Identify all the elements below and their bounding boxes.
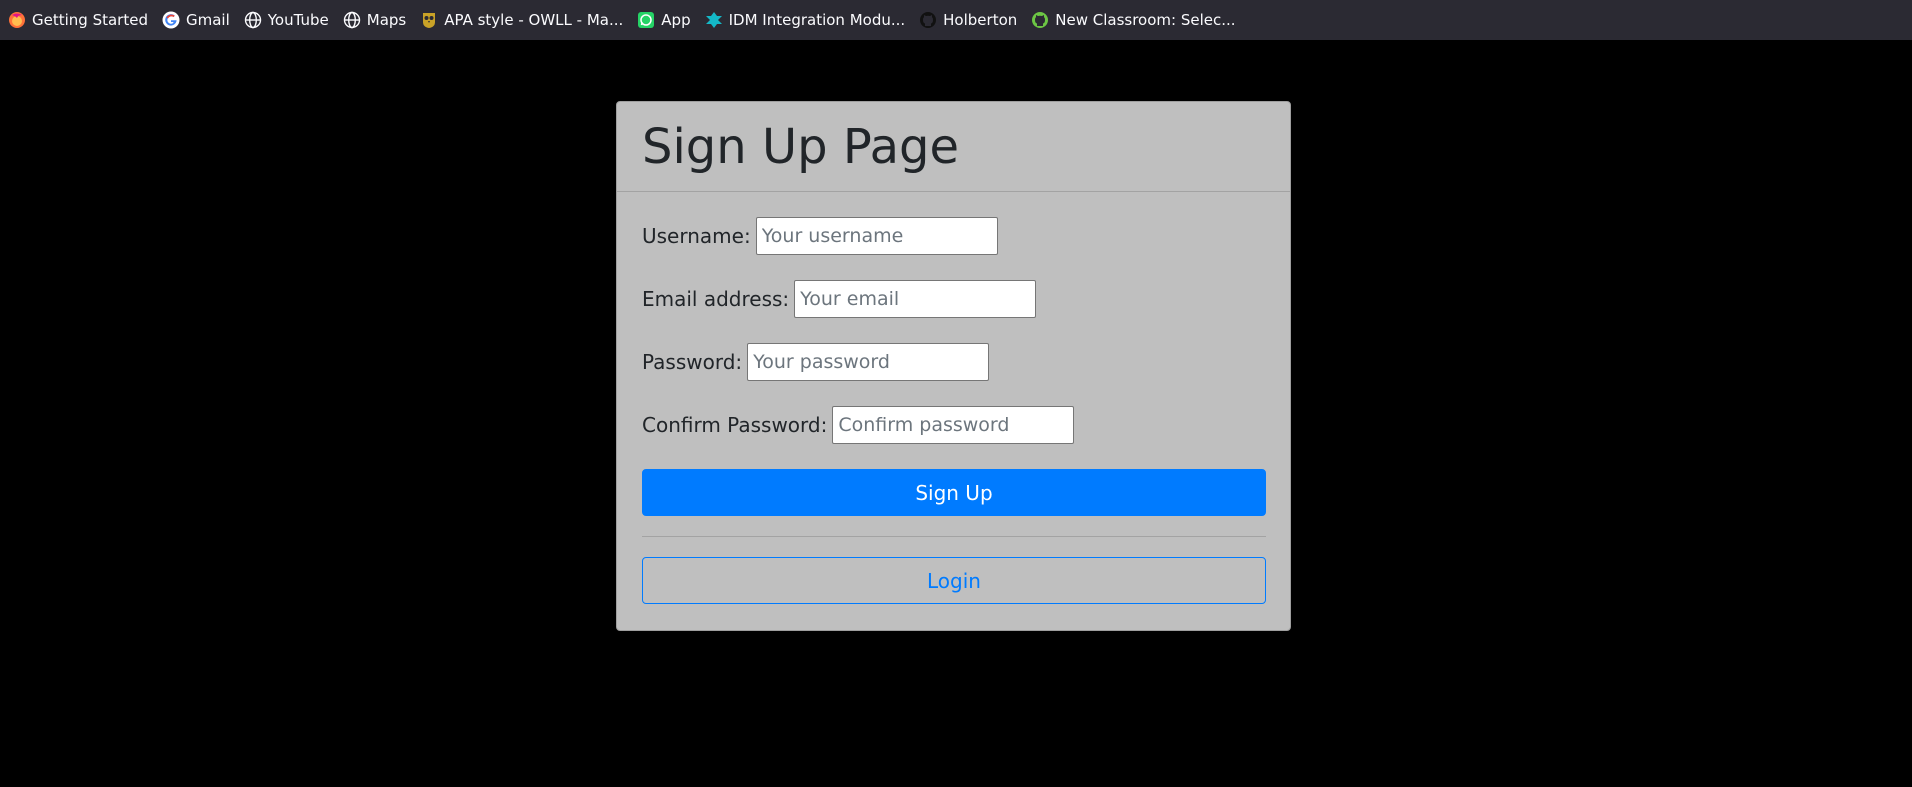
login-button[interactable]: Login: [642, 557, 1266, 604]
bookmarks-bar: Getting Started Gmail YouTube Maps APA s…: [0, 0, 1912, 40]
google-icon: [162, 11, 180, 29]
bookmark-idm-integration[interactable]: IDM Integration Modu...: [705, 6, 913, 34]
github-icon: [919, 11, 937, 29]
bookmark-maps[interactable]: Maps: [343, 6, 413, 34]
email-label: Email address:: [642, 287, 790, 311]
confirm-password-row: Confirm Password:: [642, 406, 1265, 444]
bookmark-label: IDM Integration Modu...: [728, 11, 906, 29]
owl-icon: [420, 11, 438, 29]
bookmark-label: App: [661, 11, 691, 29]
card-header: Sign Up Page: [617, 102, 1290, 192]
bookmark-label: Maps: [366, 11, 407, 29]
password-label: Password:: [642, 350, 743, 374]
username-label: Username:: [642, 224, 751, 248]
bookmark-label: New Classroom: Selec...: [1055, 11, 1236, 29]
confirm-password-input[interactable]: [832, 406, 1075, 444]
divider: [642, 536, 1266, 537]
username-input[interactable]: [755, 217, 998, 255]
password-input[interactable]: [747, 343, 990, 381]
whatsapp-icon: [637, 11, 655, 29]
signup-card: Sign Up Page Username: Email address: Pa…: [616, 101, 1291, 631]
password-row: Password:: [642, 343, 1265, 381]
globe-icon: [343, 11, 361, 29]
bookmark-youtube[interactable]: YouTube: [244, 6, 336, 34]
bookmark-label: Getting Started: [32, 11, 148, 29]
bookmark-apa-style[interactable]: APA style - OWLL - Ma...: [420, 6, 630, 34]
bookmark-getting-started[interactable]: Getting Started: [8, 6, 155, 34]
firefox-icon: [8, 11, 26, 29]
idm-icon: [705, 11, 723, 29]
github-icon: [1031, 11, 1049, 29]
bookmark-gmail[interactable]: Gmail: [162, 6, 237, 34]
globe-icon: [244, 11, 262, 29]
email-row: Email address:: [642, 280, 1265, 318]
bookmark-label: APA style - OWLL - Ma...: [444, 11, 624, 29]
signup-button[interactable]: Sign Up: [642, 469, 1266, 516]
page-title: Sign Up Page: [642, 118, 960, 175]
bookmark-label: YouTube: [267, 11, 329, 29]
bookmark-holberton[interactable]: Holberton: [919, 6, 1024, 34]
username-row: Username:: [642, 217, 1265, 255]
email-input[interactable]: [794, 280, 1037, 318]
bookmark-label: Holberton: [943, 11, 1018, 29]
bookmark-app[interactable]: App: [637, 6, 697, 34]
bookmark-label: Gmail: [185, 11, 230, 29]
bookmark-new-classroom[interactable]: New Classroom: Selec...: [1031, 6, 1242, 34]
signup-form: Username: Email address: Password: Confi…: [617, 192, 1290, 604]
confirm-password-label: Confirm Password:: [642, 413, 828, 437]
